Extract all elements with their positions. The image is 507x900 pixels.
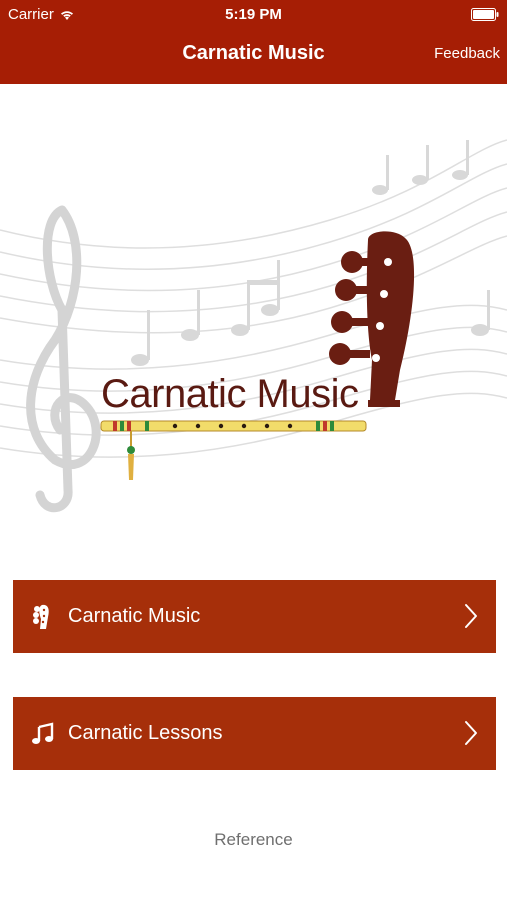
logo-text: Carnatic Music	[101, 372, 359, 416]
treble-clef-icon	[26, 205, 101, 513]
carnatic-lessons-label: Carnatic Lessons	[68, 722, 223, 744]
chevron-right-icon	[465, 604, 477, 628]
carnatic-lessons-button[interactable]: Carnatic Lessons	[13, 697, 496, 770]
page-title: Carnatic Music	[182, 42, 325, 64]
carnatic-music-label: Carnatic Music	[68, 605, 201, 627]
feedback-button[interactable]: Feedback	[434, 45, 500, 62]
flute-icon	[100, 420, 367, 480]
status-bar: Carrier 5:19 PM	[0, 0, 507, 28]
battery-icon	[471, 8, 499, 21]
music-note-icon	[29, 720, 57, 748]
carnatic-music-button[interactable]: Carnatic Music	[13, 580, 496, 653]
chevron-right-icon	[465, 721, 477, 745]
music-staff-background	[0, 139, 507, 513]
navigation-bar: Carrier 5:19 PM Carnatic Music Feedback	[0, 0, 507, 84]
guitar-headstock-icon	[29, 603, 57, 631]
status-time: 5:19 PM	[225, 6, 282, 23]
music-notes-icon	[131, 140, 490, 366]
reference-link[interactable]: Reference	[0, 830, 507, 850]
